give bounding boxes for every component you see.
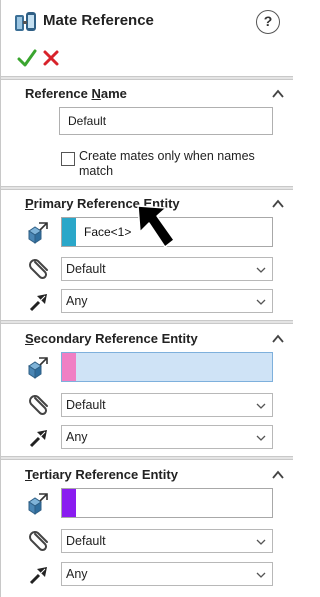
- header: Mate Reference ?: [1, 0, 293, 46]
- chevron-up-icon[interactable]: [271, 197, 285, 211]
- mouse-pointer-icon: [137, 205, 175, 248]
- secondary-color-swatch: [62, 353, 76, 381]
- property-manager-panel: Mate Reference ? Reference Name Default …: [0, 0, 293, 597]
- paperclip-icon: [29, 259, 48, 280]
- primary-alignment-select[interactable]: Any: [61, 289, 273, 313]
- divider: [1, 320, 293, 324]
- section-title-reference-name: Reference Name: [25, 86, 127, 101]
- panel-title: Mate Reference: [43, 12, 154, 29]
- ok-button[interactable]: [17, 48, 37, 68]
- secondary-entity-field[interactable]: [61, 352, 273, 382]
- cancel-button[interactable]: [41, 48, 61, 68]
- mate-reference-icon: [15, 12, 36, 31]
- entity-select-icon: [28, 357, 48, 379]
- help-button[interactable]: ?: [256, 10, 280, 34]
- primary-mate-type-select[interactable]: Default: [61, 257, 273, 281]
- chevron-up-icon[interactable]: [271, 468, 285, 482]
- secondary-section-header[interactable]: Secondary Reference Entity: [1, 329, 293, 351]
- chevron-down-icon: [256, 403, 266, 409]
- alignment-arrow-icon: [29, 294, 47, 312]
- chevron-up-icon[interactable]: [271, 332, 285, 346]
- section-title-secondary: Secondary Reference Entity: [25, 331, 198, 346]
- divider: [1, 186, 293, 190]
- tertiary-entity-field[interactable]: [61, 488, 273, 518]
- divider: [1, 76, 293, 80]
- chevron-down-icon: [256, 572, 266, 578]
- paperclip-icon: [29, 531, 48, 552]
- chevron-up-icon[interactable]: [271, 87, 285, 101]
- alignment-arrow-icon: [29, 430, 47, 448]
- tertiary-color-swatch: [62, 489, 76, 517]
- entity-select-icon: [28, 493, 48, 515]
- divider: [1, 456, 293, 460]
- secondary-alignment-select[interactable]: Any: [61, 425, 273, 449]
- names-match-label: Create mates only when names match: [79, 149, 255, 178]
- section-title-tertiary: Tertiary Reference Entity: [25, 467, 178, 482]
- tertiary-alignment-select[interactable]: Any: [61, 562, 273, 586]
- chevron-down-icon: [256, 539, 266, 545]
- secondary-mate-type-select[interactable]: Default: [61, 393, 273, 417]
- paperclip-icon: [29, 395, 48, 416]
- entity-select-icon: [28, 222, 48, 244]
- chevron-down-icon: [256, 299, 266, 305]
- primary-entity-value: Face<1>: [84, 225, 132, 239]
- tertiary-section-header[interactable]: Tertiary Reference Entity: [1, 465, 293, 487]
- tertiary-mate-type-select[interactable]: Default: [61, 529, 273, 553]
- chevron-down-icon: [256, 435, 266, 441]
- alignment-arrow-icon: [29, 567, 47, 585]
- chevron-down-icon: [256, 267, 266, 273]
- primary-color-swatch: [62, 218, 76, 246]
- reference-name-header[interactable]: Reference Name: [1, 84, 293, 106]
- names-match-checkbox[interactable]: [61, 152, 75, 166]
- reference-name-input[interactable]: Default: [59, 107, 273, 135]
